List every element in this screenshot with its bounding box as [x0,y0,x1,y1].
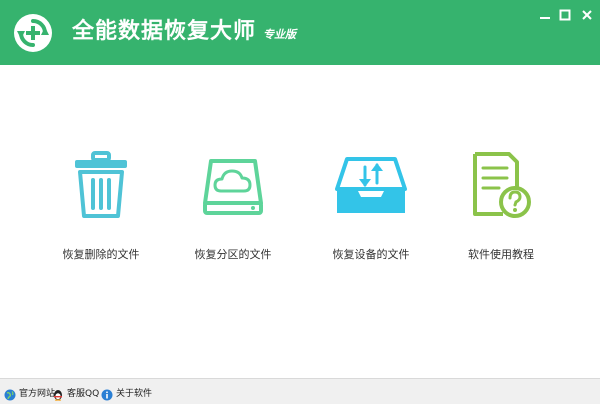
qq-penguin-icon [52,386,64,401]
card-label: 恢复分区的文件 [194,248,272,261]
user-tutorial-button[interactable]: 软件使用教程 [436,140,566,270]
status-link-label: 客服QQ [67,388,100,399]
customer-service-qq-link[interactable]: 客服QQ [52,384,100,401]
card-label: 软件使用教程 [468,248,534,261]
cloud-drive-icon [168,140,298,230]
maximize-button[interactable] [556,6,574,24]
app-title: 全能数据恢复大师 [72,19,257,44]
globe-icon [4,386,16,401]
recover-device-files-button[interactable]: 恢复设备的文件 [306,140,436,270]
minimize-button[interactable] [536,6,554,24]
recover-partition-files-button[interactable]: 恢复分区的文件 [168,140,298,270]
recover-deleted-files-button[interactable]: 恢复删除的文件 [36,140,166,270]
card-label: 恢复设备的文件 [332,248,410,261]
status-link-label: 关于软件 [116,388,153,399]
close-icon [582,10,592,20]
trash-bin-icon [36,140,166,230]
info-icon [101,386,113,401]
card-label: 恢复删除的文件 [62,248,140,261]
app-logo-icon [12,12,54,54]
close-button[interactable] [578,6,596,24]
main-panel: 恢复删除的文件 恢复分区的文件 恢复设备的文件 软件使用教程 [0,65,600,378]
help-document-icon [436,140,566,230]
title-bar: 全能数据恢复大师 专业版 [0,0,600,65]
inbox-transfer-icon [306,140,436,230]
official-website-link[interactable]: 官方网站 [4,384,56,401]
about-software-link[interactable]: 关于软件 [101,384,153,401]
status-link-label: 官方网站 [19,388,56,399]
status-bar: 官方网站 客服QQ 关于软件 [0,378,600,404]
maximize-icon [559,9,571,21]
edition-badge: 专业版 [263,28,296,41]
minimize-icon [540,17,550,19]
